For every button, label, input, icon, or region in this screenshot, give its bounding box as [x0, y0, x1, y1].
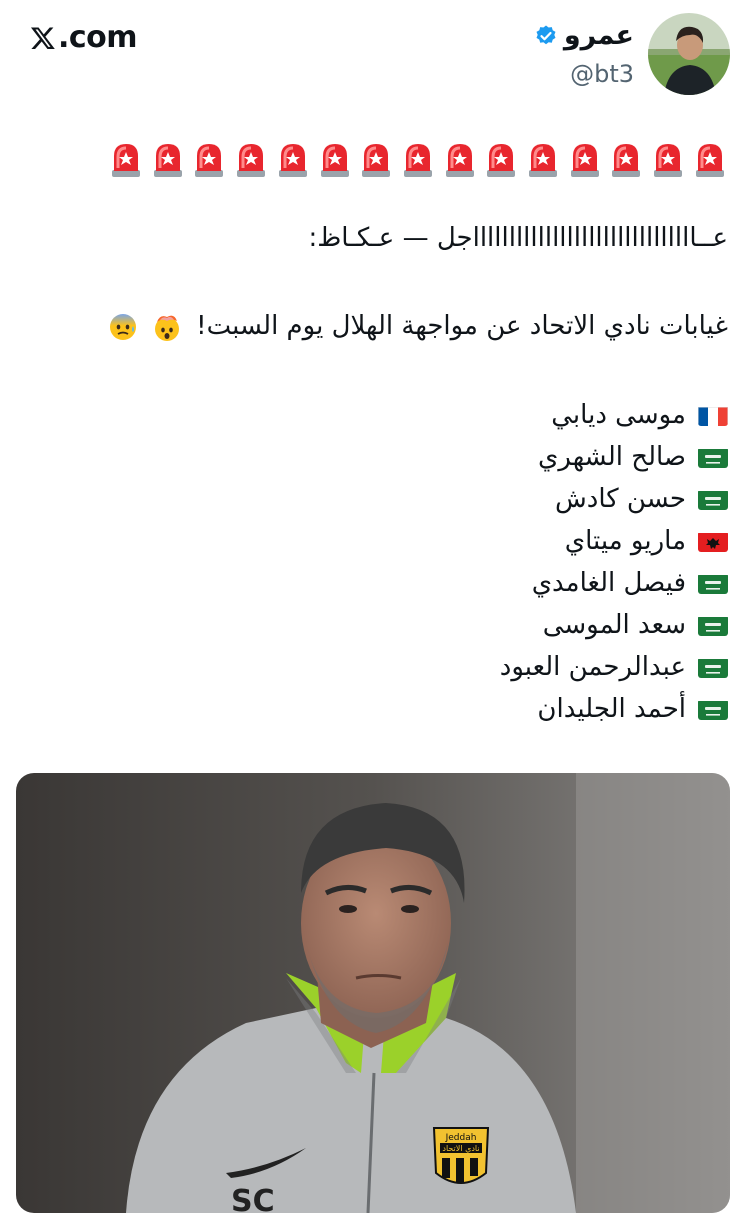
verified-badge-icon [534, 24, 558, 48]
player-row: ماريو ميتاي [500, 520, 728, 562]
police-light-icon [108, 140, 144, 178]
tweet-headline: عــاااااااااااااااااااااااااااااااجل — ع… [308, 223, 728, 253]
avatar[interactable] [648, 13, 730, 95]
crest-top-text: Jeddah [445, 1133, 477, 1143]
player-row: سعد الموسى [500, 604, 728, 646]
albania-flag-icon [698, 531, 728, 552]
police-light-icon [692, 140, 728, 178]
jacket-initials: SC [231, 1184, 275, 1213]
player-name: فيصل الغامدي [531, 568, 686, 598]
player-name: سعد الموسى [542, 610, 686, 640]
police-light-icon [567, 140, 603, 178]
police-light-icon [650, 140, 686, 178]
saudi-flag-icon [698, 489, 728, 510]
player-name: صالح الشهري [538, 442, 686, 472]
saudi-flag-icon [698, 615, 728, 636]
tweet-photo[interactable]: Jeddah نادي الاتحاد SC [16, 773, 730, 1213]
saudi-flag-icon [698, 657, 728, 678]
player-row: عبدالرحمن العبود [500, 646, 728, 688]
police-light-icon [191, 140, 227, 178]
police-light-icon [358, 140, 394, 178]
x-brand-logo[interactable]: .com [30, 20, 138, 55]
police-light-icon [442, 140, 478, 178]
absent-players-list: موسى ديابي صالح الشهري حسن كادش ماريو ميتاي… [500, 394, 728, 730]
player-row: موسى ديابي [500, 394, 728, 436]
siren-emoji-row [108, 140, 728, 180]
police-light-icon [525, 140, 561, 178]
author-handle[interactable]: @bt3 [570, 60, 634, 88]
player-row: أحمد الجليدان [500, 688, 728, 730]
tweet-subheadline: غيابات نادي الاتحاد عن مواجهة الهلال يوم… [108, 306, 728, 346]
player-row: فيصل الغامدي [500, 562, 728, 604]
police-light-icon [150, 140, 186, 178]
police-light-icon [317, 140, 353, 178]
saudi-flag-icon [698, 699, 728, 720]
player-name: حسن كادش [555, 484, 686, 514]
police-light-icon [483, 140, 519, 178]
france-flag-icon [698, 405, 728, 426]
player-name: أحمد الجليدان [537, 694, 686, 724]
player-name: عبدالرحمن العبود [499, 652, 686, 682]
author-name[interactable]: عمرو [564, 20, 634, 51]
crest-text: نادي الاتحاد [442, 1144, 479, 1153]
police-light-icon [608, 140, 644, 178]
x-logo-text: .com [58, 20, 138, 55]
player-name: ماريو ميتاي [564, 526, 686, 556]
police-light-icon [233, 140, 269, 178]
police-light-icon [275, 140, 311, 178]
player-name: موسى ديابي [551, 400, 686, 430]
saudi-flag-icon [698, 573, 728, 594]
exploding-head-icon [152, 312, 182, 342]
tweet-subheadline-text: غيابات نادي الاتحاد عن مواجهة الهلال يوم… [196, 311, 728, 341]
x-logo-icon [30, 26, 55, 49]
anxious-face-icon [108, 312, 138, 342]
police-light-icon [400, 140, 436, 178]
saudi-flag-icon [698, 447, 728, 468]
player-row: صالح الشهري [500, 436, 728, 478]
player-row: حسن كادش [500, 478, 728, 520]
